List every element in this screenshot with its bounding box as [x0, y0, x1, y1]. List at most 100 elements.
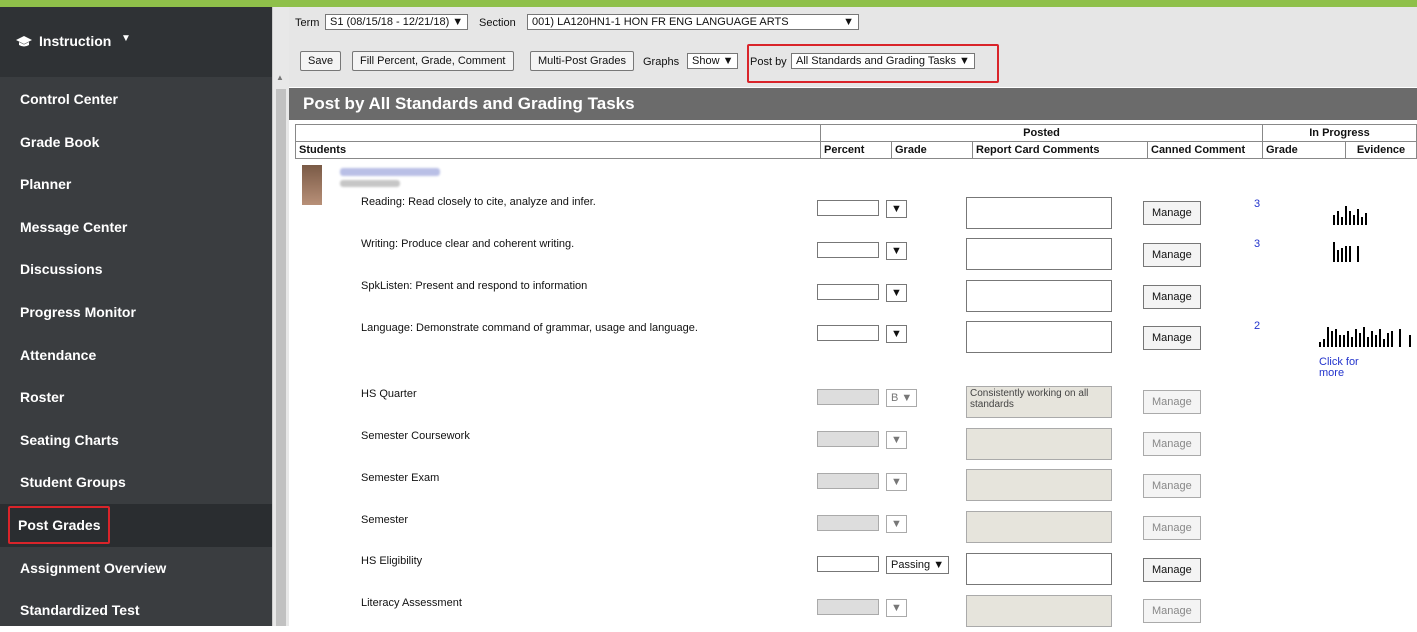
percent-input[interactable] [817, 556, 879, 572]
postby-label: Post by [750, 56, 787, 68]
sidebar-item-assignment-overview[interactable]: Assignment Overview [0, 547, 272, 590]
sidebar-item-planner[interactable]: Planner [0, 163, 272, 206]
scroll-up-icon[interactable]: ▲ [276, 73, 284, 82]
manage-button[interactable]: Manage [1143, 285, 1201, 309]
grade-select: ▼ [886, 431, 907, 449]
term-label: Term [295, 17, 320, 29]
sidebar-item-label: Seating Charts [20, 431, 119, 448]
manage-button: Manage [1143, 432, 1201, 456]
grade-select[interactable]: ▼ [886, 284, 907, 302]
comment-input [966, 428, 1112, 460]
row-label: Semester [361, 514, 409, 526]
grade-select[interactable]: ▼ [886, 325, 907, 343]
sidebar-item-post-grades[interactable]: Post Grades [0, 503, 272, 547]
toolbar: Term S1 (08/15/18 - 12/21/18) ▼ Section … [289, 7, 1417, 87]
grade-select: B ▼ [886, 389, 918, 407]
comment-input[interactable] [966, 280, 1112, 312]
rcc-header: Report Card Comments [972, 141, 1148, 159]
percent-input[interactable] [817, 325, 879, 341]
top-accent-bar [0, 0, 1417, 7]
grade-select: ▼ [886, 473, 907, 491]
manage-button: Manage [1143, 599, 1201, 623]
sidebar-item-label: Message Center [20, 218, 128, 235]
comment-input [966, 511, 1112, 543]
posted-header: Posted [820, 124, 1263, 142]
grade-select[interactable]: ▼ [886, 200, 907, 218]
section-select[interactable]: 001) LA120HN1-1 HON FR ENG LANGUAGE ARTS… [527, 14, 859, 30]
row-label: HS Quarter [361, 388, 417, 400]
sidebar-item-control-center[interactable]: Control Center [0, 78, 272, 121]
grade-select[interactable]: Passing ▼ [886, 556, 950, 574]
percent-input[interactable] [817, 284, 879, 300]
sidebar-item-attendance[interactable]: Attendance [0, 334, 272, 377]
percent-input [817, 389, 879, 405]
evidence-chart[interactable] [1333, 240, 1373, 262]
manage-button: Manage [1143, 390, 1201, 414]
manage-button: Manage [1143, 516, 1201, 540]
row-label: Reading: Read closely to cite, analyze a… [361, 196, 596, 208]
sidebar-item-message-center[interactable]: Message Center [0, 206, 272, 249]
manage-button[interactable]: Manage [1143, 243, 1201, 267]
row-label: Semester Exam [361, 472, 440, 484]
manage-button[interactable]: Manage [1143, 201, 1201, 225]
graphs-select[interactable]: Show ▼ [687, 53, 739, 69]
evidence-header: Evidence [1345, 141, 1417, 159]
main-content: Term S1 (08/15/18 - 12/21/18) ▼ Section … [289, 7, 1417, 627]
sidebar-item-label: Assignment Overview [20, 559, 167, 576]
percent-input[interactable] [817, 242, 879, 258]
manage-button[interactable]: Manage [1143, 558, 1201, 582]
comment-input[interactable] [966, 197, 1112, 229]
percent-input[interactable] [817, 200, 879, 216]
sidebar-item-discussions[interactable]: Discussions [0, 248, 272, 291]
percent-header: Percent [820, 141, 892, 159]
header-blank [295, 124, 821, 142]
sidebar-header[interactable]: Instruction ▼ [0, 7, 272, 77]
evidence-count[interactable]: 3 [1254, 198, 1260, 210]
comment-input[interactable] [966, 553, 1112, 585]
grade-select[interactable]: ▼ [886, 242, 907, 260]
chevron-down-icon: ▼ [121, 33, 131, 44]
sidebar-item-label: Attendance [20, 346, 97, 363]
sidebar-item-seating-charts[interactable]: Seating Charts [0, 419, 272, 462]
sidebar-item-label: Roster [20, 389, 65, 406]
evidence-chart[interactable] [1319, 325, 1415, 347]
evidence-chart[interactable] [1333, 203, 1373, 225]
comment-input [966, 595, 1112, 627]
sidebar-item-label: Student Groups [20, 474, 126, 491]
student-name-redacted[interactable] [340, 168, 440, 176]
chevron-down-icon: ▼ [843, 16, 854, 28]
sidebar-item-label: Standardized Test [20, 602, 140, 619]
grades-table-header: Posted In Progress Students Percent Grad… [295, 124, 1417, 159]
comment-input[interactable] [966, 238, 1112, 270]
section-label: Section [479, 17, 516, 29]
save-button[interactable]: Save [300, 51, 342, 71]
sidebar: Instruction ▼ Control Center Grade Book … [0, 7, 272, 626]
grade-select: ▼ [886, 599, 907, 617]
sidebar-item-label: Grade Book [20, 133, 100, 150]
manage-button: Manage [1143, 474, 1201, 498]
page-title: Post by All Standards and Grading Tasks [289, 88, 1417, 120]
click-for-more-link[interactable]: Click for more [1319, 357, 1369, 379]
sidebar-item-progress-monitor[interactable]: Progress Monitor [0, 291, 272, 334]
avatar [302, 165, 322, 205]
sidebar-item-label: Planner [20, 176, 72, 193]
multi-post-button[interactable]: Multi-Post Grades [530, 51, 635, 71]
graphs-label: Graphs [643, 56, 680, 68]
postby-select[interactable]: All Standards and Grading Tasks ▼ [791, 53, 975, 69]
fill-button[interactable]: Fill Percent, Grade, Comment [352, 51, 514, 71]
sidebar-item-roster[interactable]: Roster [0, 376, 272, 419]
sidebar-scrollbar[interactable]: ▲ [272, 7, 289, 626]
term-select[interactable]: S1 (08/15/18 - 12/21/18) ▼ [325, 14, 469, 30]
comment-input[interactable] [966, 321, 1112, 353]
evidence-count[interactable]: 2 [1254, 320, 1260, 332]
sidebar-item-standardized-test[interactable]: Standardized Test [0, 589, 272, 632]
manage-button[interactable]: Manage [1143, 326, 1201, 350]
row-label: Literacy Assessment [361, 597, 462, 609]
sidebar-item-label: Discussions [20, 261, 103, 278]
sidebar-item-student-groups[interactable]: Student Groups [0, 461, 272, 504]
sidebar-item-grade-book[interactable]: Grade Book [0, 121, 272, 164]
graduation-cap-icon [16, 36, 32, 47]
evidence-count[interactable]: 3 [1254, 238, 1260, 250]
scrollbar-thumb[interactable] [276, 89, 286, 626]
inprogress-header: In Progress [1262, 124, 1417, 142]
